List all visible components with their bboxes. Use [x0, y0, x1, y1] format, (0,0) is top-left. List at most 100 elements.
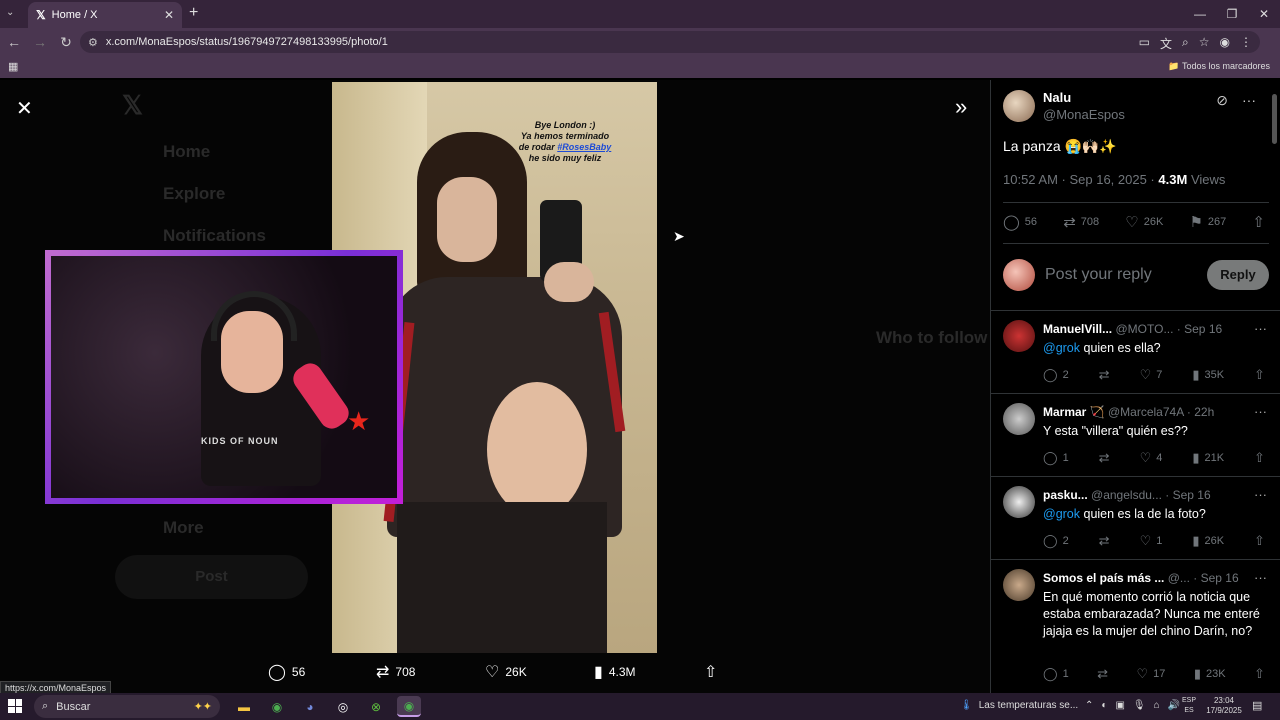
minimize-icon[interactable]: — — [1184, 0, 1216, 28]
viewer-reply-button[interactable]: ◯ 56 — [268, 662, 305, 682]
reply-avatar[interactable] — [1003, 486, 1035, 518]
tray-chevron-icon[interactable]: ⌃ — [1085, 700, 1093, 711]
reply-avatar[interactable] — [1003, 320, 1035, 352]
reply-more-icon[interactable]: ··· — [1254, 321, 1267, 336]
zoom-icon[interactable]: ⌕ — [1182, 35, 1189, 52]
reply-reply-button[interactable]: ◯ 1 — [1043, 666, 1069, 682]
reply-mention[interactable]: @grok — [1043, 341, 1080, 355]
reply-handle[interactable]: @Marcela74A — [1108, 405, 1184, 419]
reply-like-button[interactable]: ♡ 17 — [1137, 666, 1166, 682]
chrome-active-icon[interactable]: ◉ — [397, 696, 421, 717]
post-more-icon[interactable]: ··· — [1242, 92, 1256, 109]
reply-button[interactable]: Reply — [1207, 260, 1269, 290]
reply-time[interactable]: · 22h — [1187, 405, 1214, 419]
reply-time[interactable]: · Sep 16 — [1177, 322, 1222, 336]
post-reply-button[interactable]: ◯ 56 — [1003, 213, 1037, 231]
reply-more-icon[interactable]: ··· — [1254, 404, 1267, 419]
cast-icon[interactable]: ▭ — [1139, 35, 1150, 52]
reply-like-button[interactable]: ♡ 7 — [1140, 367, 1163, 383]
post-like-button[interactable]: ♡ 26K — [1125, 213, 1163, 231]
reply-reply-button[interactable]: ◯ 2 — [1043, 367, 1069, 383]
reply-reply-button[interactable]: ◯ 2 — [1043, 533, 1069, 549]
translate-icon[interactable]: 文 — [1160, 35, 1172, 52]
author-avatar[interactable] — [1003, 90, 1035, 122]
post-time[interactable]: 10:52 AM · Sep 16, 2025 · — [1003, 172, 1155, 187]
discord-icon[interactable]: ◕ — [298, 696, 322, 717]
viewer-share-button[interactable]: ⇧ — [704, 662, 717, 682]
menu-icon[interactable]: ⋮ — [1240, 35, 1252, 52]
reply-more-icon[interactable]: ··· — [1254, 487, 1267, 502]
taskbar-clock[interactable]: 23:04 17/9/2025 — [1202, 696, 1246, 716]
post-author[interactable]: Nalu @MonaEspos — [1003, 90, 1125, 122]
tab-search-icon[interactable]: ⌄ — [6, 7, 14, 18]
reply-more-icon[interactable]: ··· — [1254, 570, 1267, 585]
post-share-button[interactable]: ⇧ — [1252, 213, 1265, 231]
xbox-icon[interactable]: ⊗ — [364, 696, 388, 717]
new-tab-button[interactable]: + — [189, 4, 198, 22]
collapse-panel-icon[interactable]: » — [955, 94, 967, 120]
reply-handle[interactable]: @... — [1168, 571, 1190, 585]
reply-views-button[interactable]: ▮ 35K — [1192, 367, 1224, 383]
panel-scrollbar[interactable] — [1272, 94, 1277, 144]
viewer-repost-button[interactable]: ⇄ 708 — [376, 662, 415, 682]
reply-mention[interactable]: @grok — [1043, 507, 1080, 521]
mic-icon[interactable]: 🎙 — [1133, 700, 1146, 711]
author-name[interactable]: Nalu — [1043, 90, 1125, 105]
reply-name[interactable]: Marmar 🏹 — [1043, 405, 1105, 419]
reply-name[interactable]: pasku... — [1043, 488, 1088, 502]
site-info-icon[interactable]: ⚙ — [88, 36, 98, 49]
reply-input[interactable]: Post your reply — [1045, 266, 1152, 284]
close-window-icon[interactable]: ✕ — [1248, 0, 1280, 28]
network-icon[interactable]: ⌂ — [1154, 700, 1160, 711]
obs-icon[interactable]: ◎ — [331, 696, 355, 717]
reply-item[interactable]: Somos el país más ... @... · Sep 16 ··· … — [991, 561, 1280, 693]
taskbar-search[interactable]: ⌕ Buscar ✦✦ — [34, 695, 220, 718]
reply-repost-button[interactable]: ⇄ — [1099, 533, 1110, 549]
reply-like-button[interactable]: ♡ 1 — [1140, 533, 1163, 549]
back-icon[interactable]: ← — [2, 34, 26, 50]
reply-repost-button[interactable]: ⇄ — [1097, 666, 1108, 682]
profile-icon[interactable]: ◉ — [1220, 35, 1230, 52]
viewer-like-button[interactable]: ♡ 26K — [485, 662, 527, 682]
address-bar[interactable]: ⚙ x.com/MonaEspos/status/196794972749813… — [80, 31, 1260, 53]
reply-share-button[interactable]: ⇧ — [1254, 450, 1265, 466]
file-explorer-icon[interactable]: ▬ — [232, 696, 256, 717]
reply-time[interactable]: · Sep 16 — [1193, 571, 1238, 585]
language-indicator[interactable]: ESP ES — [1182, 696, 1196, 716]
reply-item[interactable]: ManuelVill... @MOTO... · Sep 16 ··· @gro… — [991, 312, 1280, 394]
reply-repost-button[interactable]: ⇄ — [1099, 450, 1110, 466]
reply-handle[interactable]: @angelsdu... — [1091, 488, 1162, 502]
reply-item[interactable]: Marmar 🏹 @Marcela74A · 22h ··· Y esta "v… — [991, 395, 1280, 477]
reply-name[interactable]: ManuelVill... — [1043, 322, 1112, 336]
reply-like-button[interactable]: ♡ 4 — [1140, 450, 1163, 466]
windows-start-icon[interactable] — [8, 699, 22, 713]
bookmark-star-icon[interactable]: ☆ — [1199, 35, 1210, 52]
reply-repost-button[interactable]: ⇄ — [1099, 367, 1110, 383]
reply-share-button[interactable]: ⇧ — [1254, 666, 1265, 682]
viewer-views-button[interactable]: ▮ 4.3M — [594, 662, 636, 682]
tab-close-icon[interactable]: ✕ — [164, 8, 174, 22]
close-viewer-icon[interactable]: ✕ — [16, 96, 33, 121]
weather-widget[interactable]: 🌡 Las temperaturas se... — [960, 700, 1078, 711]
reply-share-button[interactable]: ⇧ — [1254, 367, 1265, 383]
reply-name[interactable]: Somos el país más ... — [1043, 571, 1164, 585]
restore-icon[interactable]: ❐ — [1216, 0, 1248, 28]
apps-grid-icon[interactable]: ▦ — [8, 60, 18, 73]
reply-avatar[interactable] — [1003, 569, 1035, 601]
reply-share-button[interactable]: ⇧ — [1254, 533, 1265, 549]
post-bookmark-button[interactable]: ⚑ 267 — [1189, 213, 1226, 231]
tray-app-icon[interactable]: ◐ — [1101, 700, 1107, 711]
reply-handle[interactable]: @MOTO... — [1115, 322, 1173, 336]
grok-icon[interactable]: ⊘ — [1216, 92, 1228, 109]
notifications-icon[interactable]: ▤ — [1252, 699, 1262, 712]
chrome-icon[interactable]: ◉ — [265, 696, 289, 717]
reply-item[interactable]: pasku... @angelsdu... · Sep 16 ··· @grok… — [991, 478, 1280, 560]
reload-icon[interactable]: ↻ — [54, 34, 78, 51]
author-handle[interactable]: @MonaEspos — [1043, 107, 1125, 122]
reply-views-button[interactable]: ▮ 26K — [1192, 533, 1224, 549]
post-repost-button[interactable]: ⇄ 708 — [1063, 213, 1099, 231]
volume-icon[interactable]: 🔊 — [1168, 700, 1180, 711]
reply-time[interactable]: · Sep 16 — [1165, 488, 1210, 502]
reply-views-button[interactable]: ▮ 23K — [1194, 666, 1226, 682]
reply-reply-button[interactable]: ◯ 1 — [1043, 450, 1069, 466]
